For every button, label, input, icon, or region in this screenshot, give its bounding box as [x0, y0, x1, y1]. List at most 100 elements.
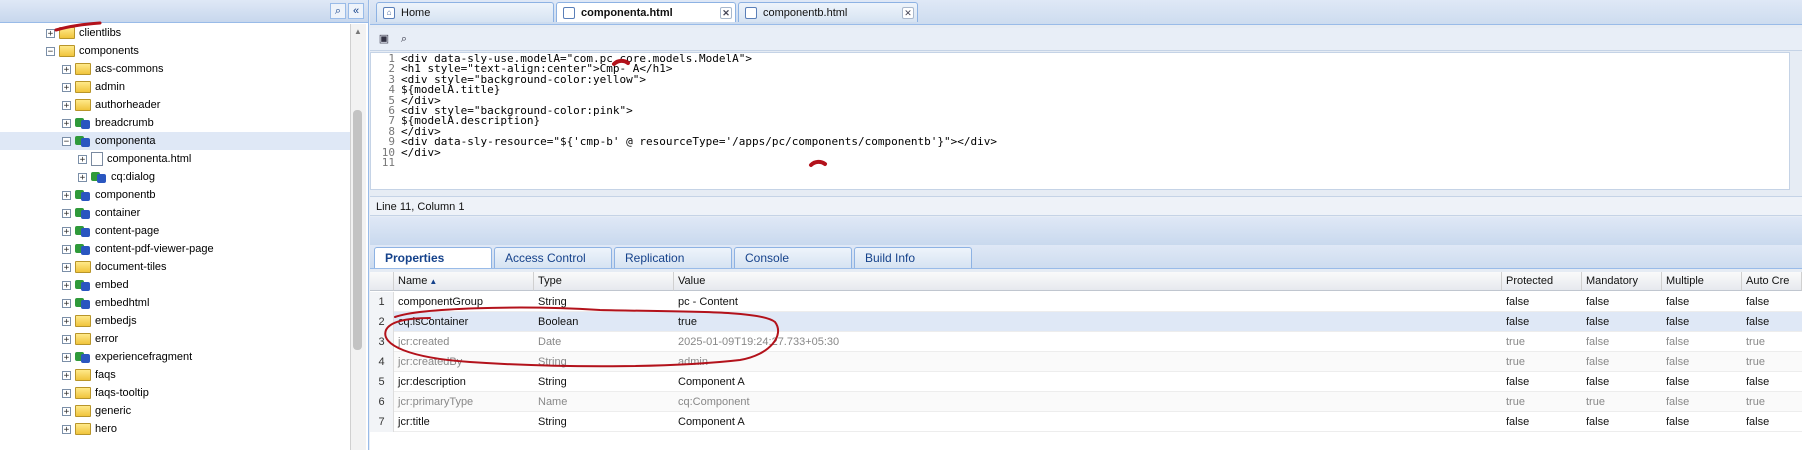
cell-n: 2 — [370, 312, 394, 332]
tree-node[interactable]: + experiencefragment — [0, 348, 350, 366]
expand-icon[interactable]: + — [46, 28, 55, 38]
tree-node[interactable]: + faqs-tooltip — [0, 384, 350, 402]
tree-node[interactable]: + componentb — [0, 186, 350, 204]
column-header-auto-created[interactable]: Auto Cre — [1742, 272, 1802, 291]
tree: + clientlibs − components + acs-commons + admin… — [0, 24, 350, 450]
expand-icon[interactable]: + — [62, 244, 71, 254]
collapse-icon[interactable]: − — [62, 136, 71, 146]
cell-mandatory: false — [1586, 316, 1610, 328]
panel-splitter[interactable] — [370, 217, 1802, 245]
cell-name: componentGroup — [398, 296, 483, 308]
tree-node[interactable]: + embedhtml — [0, 294, 350, 312]
tree-node[interactable]: + breadcrumb — [0, 114, 350, 132]
scroll-up-arrow-icon[interactable]: ▲ — [354, 28, 362, 36]
expand-icon[interactable]: + — [62, 334, 71, 344]
expand-icon[interactable]: + — [62, 208, 71, 218]
tree-node[interactable]: + acs-commons — [0, 60, 350, 78]
cell-multiple: false — [1666, 336, 1690, 348]
expand-icon[interactable]: + — [62, 388, 71, 398]
editor-tab-bar: ⌂ Home componenta.html ✕ componentb.html… — [370, 0, 1802, 25]
binoculars-icon[interactable]: ⌕ — [330, 3, 346, 19]
close-tab-icon[interactable]: ✕ — [720, 7, 732, 19]
table-row[interactable]: 1 componentGroup String pc - Content false fa… — [370, 292, 1802, 312]
tab-label: componentb.html — [763, 6, 848, 19]
table-row[interactable]: 3 jcr:created Date 2025-01-09T19:24:27.733+… — [370, 332, 1802, 352]
tree-node[interactable]: + embed — [0, 276, 350, 294]
tree-node[interactable]: + container — [0, 204, 350, 222]
expand-icon[interactable]: + — [62, 82, 71, 92]
tree-node[interactable]: + generic — [0, 402, 350, 420]
tree-node-label: admin — [95, 81, 125, 93]
expand-icon[interactable]: + — [62, 118, 71, 128]
tree-node[interactable]: + clientlibs — [0, 24, 350, 42]
table-row[interactable]: 4 jcr:createdBy String admin true false false t… — [370, 352, 1802, 372]
expand-icon[interactable]: + — [62, 370, 71, 380]
tree-node[interactable]: − componenta — [0, 132, 350, 150]
tree-node[interactable]: − components — [0, 42, 350, 60]
expand-icon[interactable]: + — [62, 226, 71, 236]
tab-build-info[interactable]: Build Info — [854, 247, 972, 268]
component-icon — [75, 296, 91, 310]
expand-icon[interactable]: + — [78, 172, 87, 182]
expand-icon[interactable]: + — [78, 154, 87, 164]
tree-node[interactable]: + embedjs — [0, 312, 350, 330]
expand-icon[interactable]: + — [62, 190, 71, 200]
tree-node[interactable]: + faqs — [0, 366, 350, 384]
tree-node[interactable]: + componenta.html — [0, 150, 350, 168]
tab-console[interactable]: Console — [734, 247, 852, 268]
tree-node[interactable]: + content-page — [0, 222, 350, 240]
expand-icon[interactable]: + — [62, 352, 71, 362]
expand-icon[interactable]: + — [62, 406, 71, 416]
cell-mandatory: false — [1586, 356, 1610, 368]
expand-icon[interactable]: + — [62, 298, 71, 308]
code-line[interactable]: 9 <div data-sly-resource="${'cmp-b' @ res… — [371, 136, 997, 148]
tree-node[interactable]: + error — [0, 330, 350, 348]
column-header-value[interactable]: Value — [674, 272, 1502, 291]
cell-n: 4 — [370, 352, 394, 372]
expand-icon[interactable]: + — [62, 316, 71, 326]
tree-node[interactable]: + admin — [0, 78, 350, 96]
expand-icon[interactable]: + — [62, 100, 71, 110]
expand-icon[interactable]: + — [62, 262, 71, 272]
tree-node[interactable]: + document-tiles — [0, 258, 350, 276]
cell-type: String — [538, 416, 567, 428]
tree-node[interactable]: + hero — [0, 420, 350, 438]
table-row[interactable]: 5 jcr:description String Component A false fa… — [370, 372, 1802, 392]
expand-icon[interactable]: + — [62, 64, 71, 74]
tab-access-control[interactable]: Access Control — [494, 247, 612, 268]
table-row[interactable]: 7 jcr:title String Component A false false fal… — [370, 412, 1802, 432]
column-header-name[interactable]: Name ▲ — [394, 272, 534, 291]
expand-icon[interactable]: + — [62, 424, 71, 434]
cell-n: 3 — [370, 332, 394, 352]
tab-componenta-html[interactable]: componenta.html ✕ — [556, 2, 736, 22]
tab-properties[interactable]: Properties — [374, 247, 492, 268]
binoculars-icon[interactable]: ⌕ — [396, 31, 412, 47]
tree-node-label: clientlibs — [79, 27, 122, 39]
column-header-type[interactable]: Type — [534, 272, 674, 291]
code-line[interactable]: 11 — [371, 157, 401, 169]
collapse-icon[interactable]: − — [46, 46, 55, 56]
cell-mandatory: true — [1586, 396, 1605, 408]
expand-icon[interactable]: + — [62, 280, 71, 290]
component-icon — [75, 224, 91, 238]
tab-replication[interactable]: Replication — [614, 247, 732, 268]
code-editor[interactable]: 1 <div data-sly-use.modelA="com.pc.core.m… — [370, 52, 1790, 190]
close-tab-icon[interactable]: ✕ — [902, 7, 914, 19]
folder-icon — [75, 333, 91, 345]
table-row[interactable]: 2 cq:isContainer Boolean true false false fals… — [370, 312, 1802, 332]
column-header-multiple[interactable]: Multiple — [1662, 272, 1742, 291]
cell-type: String — [538, 296, 567, 308]
tree-node-label: error — [95, 333, 119, 345]
column-header-mandatory[interactable]: Mandatory — [1582, 272, 1662, 291]
table-row[interactable]: 6 jcr:primaryType Name cq:Component true true… — [370, 392, 1802, 412]
column-header-protected[interactable]: Protected — [1502, 272, 1582, 291]
tree-node[interactable]: + content-pdf-viewer-page — [0, 240, 350, 258]
cell-protected: false — [1506, 316, 1530, 328]
save-icon[interactable]: ▣ — [376, 31, 392, 47]
tree-node[interactable]: + authorheader — [0, 96, 350, 114]
tree-scrollbar-thumb[interactable] — [353, 110, 362, 350]
collapse-panel-icon[interactable]: « — [348, 3, 364, 19]
tab-componentb-html[interactable]: componentb.html ✕ — [738, 2, 918, 22]
tree-node[interactable]: + cq:dialog — [0, 168, 350, 186]
tab-home[interactable]: ⌂ Home — [376, 2, 554, 22]
